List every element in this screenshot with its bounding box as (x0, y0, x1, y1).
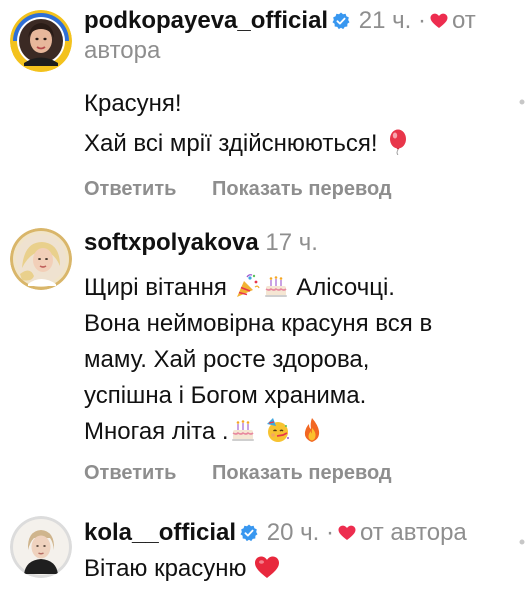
comment-actions: Ответить Показать перевод (84, 462, 509, 485)
reply-button[interactable]: Ответить (84, 462, 176, 484)
avatar[interactable] (10, 516, 72, 578)
comment-time: 20 ч. (266, 519, 320, 546)
show-translation-button[interactable]: Показать перевод (212, 462, 392, 484)
comment-line: маму. Хай росте здорова, (84, 346, 370, 373)
username[interactable]: softxpolyakova (84, 229, 259, 256)
fire-emoji (299, 417, 325, 443)
comment-actions: Ответить Показать перевод (84, 178, 509, 201)
avatar[interactable] (10, 228, 72, 290)
username[interactable]: podkopayeva_official (84, 7, 328, 34)
comment-line: Красуня! (84, 90, 182, 117)
comment-line: Щирі вітання (84, 274, 227, 301)
balloon-emoji (385, 128, 411, 156)
avatar[interactable] (10, 10, 72, 72)
birthday-cake-emoji (230, 417, 256, 443)
comment-text: Вітаю красуню (84, 554, 509, 584)
separator-dot: · (325, 519, 334, 546)
comment-line: успішна і Богом хранима. (84, 382, 367, 409)
comment-line: Хай всі мрії здійснюються! (84, 130, 378, 157)
comment-time: 21 ч. (358, 7, 412, 34)
comment-text: Щирі вітання Алісочці. Вона неймовірна к… (84, 270, 509, 450)
comment-line: Вітаю красуню (84, 555, 247, 582)
verified-badge-icon (240, 520, 258, 542)
author-like-label: от автора (359, 519, 467, 546)
comment-header: podkopayeva_official 21 ч. · от автора (84, 6, 509, 66)
like-indicator[interactable] (517, 534, 527, 545)
red-heart-emoji (254, 554, 280, 580)
birthday-cake-emoji (263, 273, 289, 299)
like-indicator[interactable] (517, 94, 527, 105)
comment-header: softxpolyakova 17 ч. (84, 228, 509, 258)
show-translation-button[interactable]: Показать перевод (212, 178, 392, 200)
username[interactable]: kola__official (84, 519, 236, 546)
comment-header: kola__official 20 ч. · от автора (84, 518, 509, 548)
party-popper-emoji (235, 273, 261, 299)
comment-time: 17 ч. (265, 229, 318, 256)
verified-badge-icon (332, 8, 350, 30)
separator-dot: · (417, 7, 426, 34)
heart-icon (338, 519, 356, 540)
heart-icon (430, 7, 448, 28)
comment-line: Алісочці. (296, 274, 395, 301)
comment-text: Красуня! Хай всі мрії здійснюються! (84, 84, 509, 164)
comment-line: Вона неймовірна красуня вся в (84, 310, 433, 337)
partying-face-emoji (264, 417, 290, 443)
reply-button[interactable]: Ответить (84, 178, 176, 200)
comment-line: Многая літа . (84, 418, 229, 445)
